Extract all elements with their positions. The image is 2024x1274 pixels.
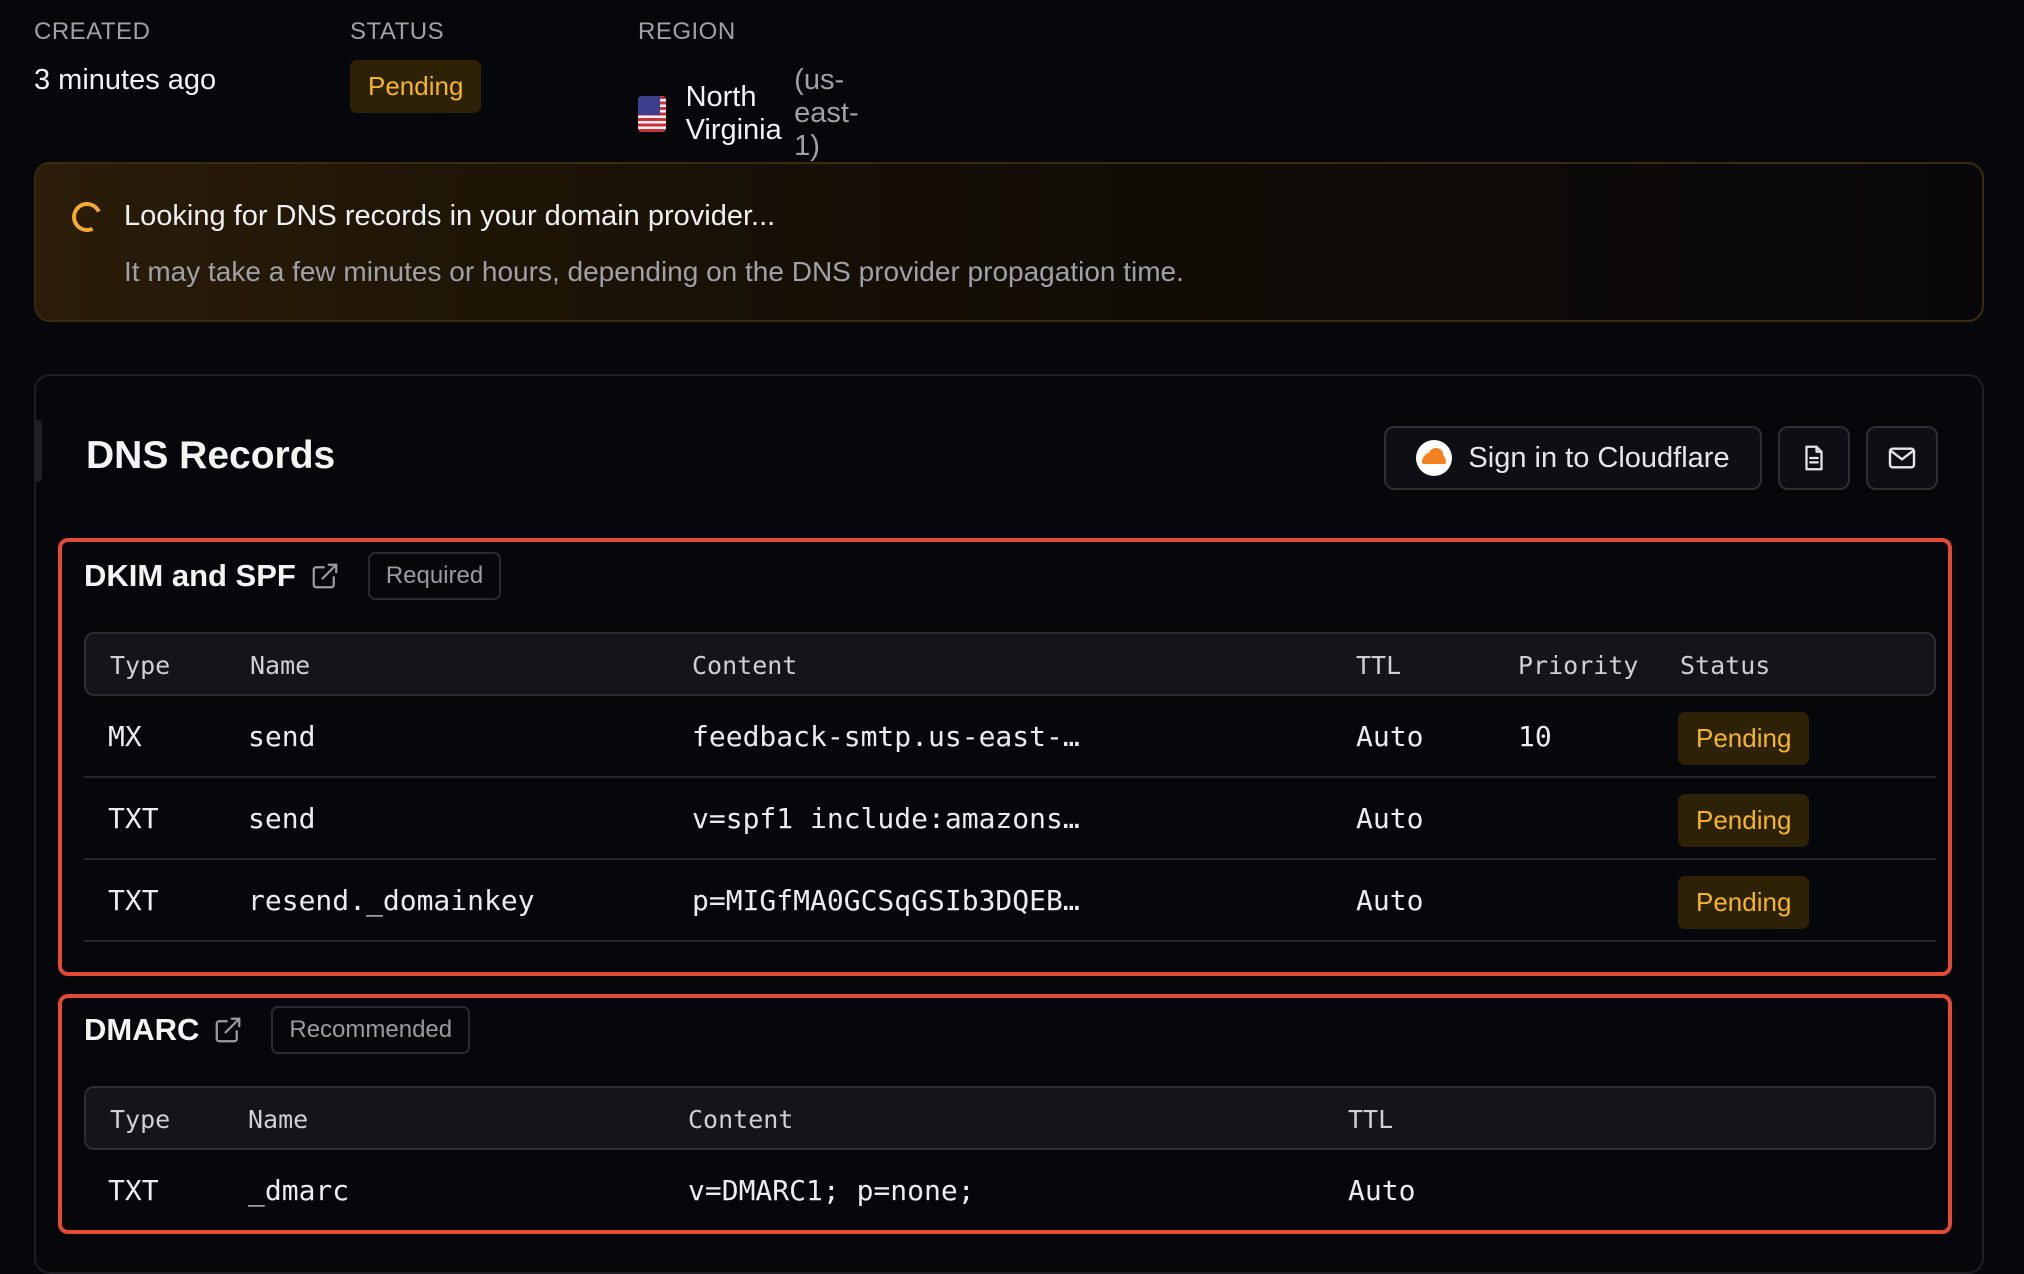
record-name[interactable]: send	[248, 720, 315, 753]
record-name[interactable]: resend._domainkey	[248, 884, 535, 917]
record-content[interactable]: v=DMARC1; p=none;	[688, 1174, 975, 1207]
region-name: North Virginia	[685, 80, 782, 146]
column-header: Name	[250, 651, 311, 680]
sign-in-cloudflare-label: Sign in to Cloudflare	[1468, 441, 1730, 474]
table-row: MX send feedback-smtp.us-east-… Auto 10 …	[84, 696, 1936, 778]
table-row: TXT _dmarc v=DMARC1; p=none; Auto	[84, 1150, 1936, 1232]
record-type: TXT	[108, 802, 159, 835]
required-badge: Required	[367, 552, 502, 600]
record-type: TXT	[108, 1174, 159, 1207]
created-value: 3 minutes ago	[34, 64, 217, 96]
mail-icon	[1888, 447, 1916, 469]
column-header: Content	[692, 651, 798, 680]
record-content[interactable]: p=MIGfMA0GCSqGSIb3DQEB…	[692, 884, 1080, 917]
status-badge: Pending	[350, 60, 482, 113]
region-code: (us-east-1)	[794, 64, 859, 162]
region-field: REGION North Virginia (us-east-1)	[638, 18, 875, 163]
record-name[interactable]: send	[248, 802, 315, 835]
column-header: Name	[248, 1105, 309, 1134]
external-link-icon[interactable]	[213, 1015, 243, 1045]
table-row: TXT resend._domainkey p=MIGfMA0GCSqGSIb3…	[84, 860, 1936, 942]
external-link-icon[interactable]	[310, 561, 340, 591]
dmarc-table-header: Type Name Content TTL	[84, 1086, 1936, 1150]
column-header: Status	[1680, 651, 1771, 680]
dkim-spf-table-header: Type Name Content TTL Priority Status	[84, 632, 1936, 696]
column-header: Type	[110, 651, 171, 680]
record-name[interactable]: _dmarc	[248, 1174, 349, 1207]
dkim-spf-header: DKIM and SPF Required	[84, 552, 502, 600]
document-button[interactable]	[1778, 426, 1850, 490]
document-icon	[1805, 445, 1823, 471]
region-label: REGION	[638, 18, 736, 45]
status-badge: Pending	[1678, 876, 1810, 929]
banner-subtitle: It may take a few minutes or hours, depe…	[124, 256, 1184, 287]
table-row: TXT send v=spf1 include:amazons… Auto Pe…	[84, 778, 1936, 860]
record-content[interactable]: v=spf1 include:amazons…	[692, 802, 1080, 835]
cloudflare-logo-icon	[1416, 440, 1453, 476]
record-type: MX	[108, 720, 142, 753]
section-title: DMARC	[84, 1012, 200, 1047]
record-content[interactable]: feedback-smtp.us-east-…	[692, 720, 1080, 753]
email-button[interactable]	[1866, 426, 1938, 490]
recommended-badge: Recommended	[271, 1006, 471, 1054]
created-label: CREATED	[34, 18, 151, 45]
status-badge: Pending	[1678, 712, 1810, 765]
column-header: Content	[688, 1105, 794, 1134]
status-field: STATUS Pending	[350, 18, 482, 113]
column-header: Type	[110, 1105, 171, 1134]
created-field: CREATED 3 minutes ago	[34, 18, 216, 97]
dns-records-title: DNS Records	[86, 434, 336, 477]
record-ttl: Auto	[1356, 884, 1424, 917]
column-header: TTL	[1356, 651, 1402, 680]
column-header: TTL	[1348, 1105, 1394, 1134]
column-header: Priority	[1518, 651, 1639, 680]
record-ttl: Auto	[1356, 720, 1424, 753]
banner-title: Looking for DNS records in your domain p…	[124, 200, 776, 232]
us-flag-icon	[638, 95, 666, 132]
record-priority: 10	[1518, 720, 1552, 753]
record-ttl: Auto	[1348, 1174, 1416, 1207]
dmarc-header: DMARC Recommended	[84, 1006, 471, 1054]
loading-spinner-icon	[67, 197, 107, 237]
record-type: TXT	[108, 884, 159, 917]
record-ttl: Auto	[1356, 802, 1424, 835]
status-badge: Pending	[1678, 794, 1810, 847]
panel-indicator	[34, 420, 42, 482]
dns-lookup-banner: Looking for DNS records in your domain p…	[34, 162, 1984, 322]
sign-in-cloudflare-button[interactable]: Sign in to Cloudflare	[1384, 426, 1762, 490]
section-title: DKIM and SPF	[84, 558, 296, 593]
status-label: STATUS	[350, 18, 445, 45]
